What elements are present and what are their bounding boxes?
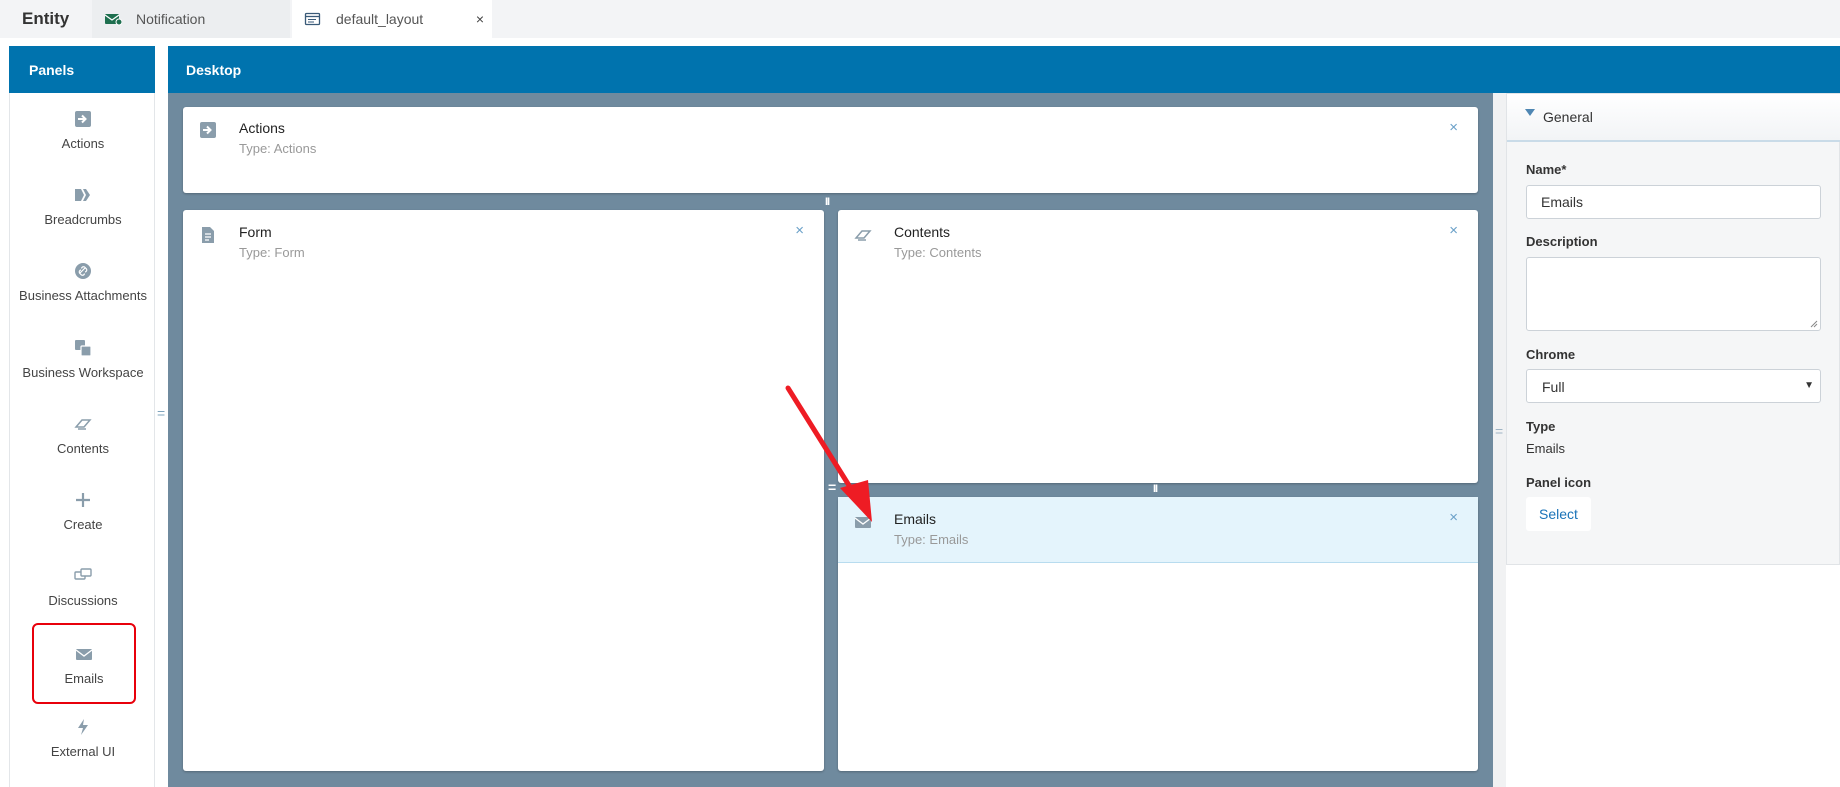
row-resize-grip[interactable]: II [1153,483,1158,495]
tab-notification[interactable]: Notification [92,0,290,38]
desktop-canvas: Actions Type: Actions × II Form Type: Fo… [168,93,1493,787]
panel-item-emails[interactable]: Emails [32,623,136,704]
panel-item-label: Business Attachments [19,288,147,303]
tab-label: Notification [136,11,206,27]
layout-icon [304,12,322,26]
top-tab-bar: Entity Notification default_layout × [0,0,1840,38]
workspace-icon [74,339,92,357]
panel-icon-label: Panel icon [1526,475,1592,490]
arrow-right-icon [199,121,217,139]
card-type: Type: Form [239,245,305,260]
panel-item-actions[interactable]: Actions [10,110,156,176]
desktop-card-form[interactable]: Form Type: Form × [183,210,824,771]
envelope-icon [75,645,93,663]
panel-item-external-ui[interactable]: External UI [10,718,156,784]
general-section: General Name* Description Chrome Full ▼ … [1506,93,1840,565]
remove-card-icon[interactable]: × [1449,509,1458,526]
name-label: Name* [1526,162,1567,177]
panel-item-label: Breadcrumbs [44,212,122,227]
desktop-card-emails[interactable]: Emails Type: Emails × [838,497,1478,771]
discussions-icon [74,567,92,585]
link-icon [74,262,92,280]
chevron-down-icon: ▼ [1804,380,1814,391]
type-value: Emails [1526,441,1566,456]
plus-icon [74,491,92,509]
description-textarea[interactable] [1526,257,1821,331]
card-type: Type: Emails [894,532,969,547]
panel-item-business-workspace[interactable]: Business Workspace [10,339,156,405]
name-input[interactable] [1526,185,1821,219]
panel-item-create[interactable]: Create [10,491,156,557]
panel-item-label: Emails [64,671,104,686]
general-section-header[interactable]: General [1507,94,1840,142]
card-title: Contents [894,224,951,240]
panel-item-label: External UI [50,744,116,759]
select-icon-button[interactable]: Select [1526,497,1591,531]
card-header: Actions Type: Actions × [183,107,1478,173]
panel-item-breadcrumbs[interactable]: Breadcrumbs [10,186,156,252]
panel-item-business-attachments[interactable]: Business Attachments [10,262,156,328]
panel-item-label: Contents [56,441,110,456]
desktop-card-contents[interactable]: Contents Type: Contents × [838,210,1478,483]
envelope-icon [854,513,872,531]
left-splitter-handle[interactable]: = [157,405,165,421]
card-header: Form Type: Form × [183,210,824,276]
remove-card-icon[interactable]: × [1449,119,1458,136]
panel-item-contents[interactable]: Contents [10,415,156,481]
column-resize-grip[interactable]: = [828,479,836,495]
notification-envelope-icon [104,12,123,26]
properties-panel: General Name* Description Chrome Full ▼ … [1506,93,1840,787]
tab-default-layout[interactable]: default_layout × [292,0,492,38]
panel-item-label: Business Workspace [22,365,144,380]
chrome-label: Chrome [1526,347,1576,362]
desktop-header: Desktop [168,46,1840,93]
row-resize-grip[interactable]: II [825,196,830,208]
remove-card-icon[interactable]: × [1449,222,1458,239]
card-title: Form [239,224,272,240]
chrome-selected-value: Full [1542,379,1565,395]
card-header: Emails Type: Emails × [838,497,1478,563]
panel-item-label: Create [63,517,103,532]
description-label: Description [1526,234,1598,249]
contents-icon [74,415,92,433]
collapse-triangle-icon [1525,109,1535,116]
card-title: Emails [894,511,937,527]
card-type: Type: Actions [239,141,317,156]
arrow-right-icon [74,110,92,128]
section-title: General [1543,109,1593,125]
desktop-card-actions[interactable]: Actions Type: Actions × [183,107,1478,193]
app-title: Entity [22,9,70,28]
form-icon [199,226,217,244]
breadcrumbs-icon [74,186,92,204]
panels-header: Panels [9,46,155,93]
tab-label: default_layout [336,11,424,27]
properties-splitter[interactable]: = [1493,93,1506,787]
card-header: Contents Type: Contents × [838,210,1478,276]
panel-item-label: Discussions [48,593,118,608]
contents-icon [854,226,872,244]
resize-handle-icon [1810,320,1818,328]
close-tab-icon[interactable]: × [476,11,484,27]
type-label: Type [1526,419,1556,434]
remove-card-icon[interactable]: × [795,222,804,239]
card-title: Actions [239,120,285,136]
card-type: Type: Contents [894,245,982,260]
panel-item-label: Actions [61,136,105,151]
lightning-icon [74,718,92,736]
panels-list: Actions Breadcrumbs Business Attachments… [9,93,155,787]
chrome-select[interactable]: Full ▼ [1526,369,1821,403]
